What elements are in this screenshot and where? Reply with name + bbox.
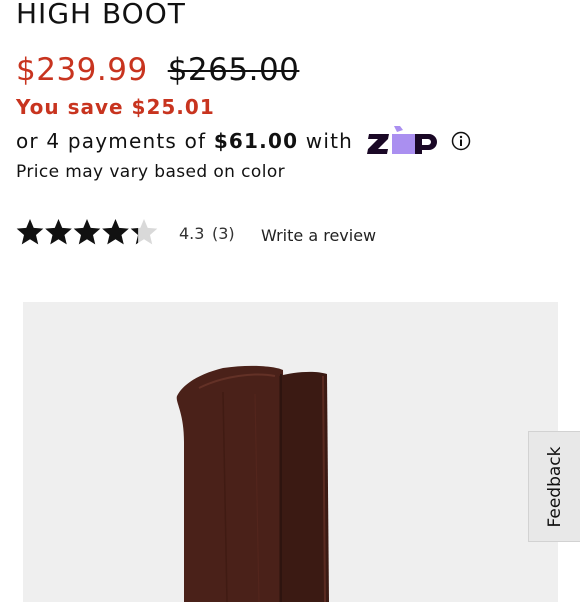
product-image-panel[interactable] <box>23 302 558 602</box>
feedback-tab[interactable]: Feedback <box>528 431 580 542</box>
star-filled-icon <box>45 219 72 245</box>
boot-front-shaft <box>176 365 286 602</box>
feedback-label: Feedback <box>544 446 565 527</box>
installment-offer: or 4 payments of $61.00 with <box>16 125 471 157</box>
original-price: $265.00 <box>167 52 300 88</box>
boot-back-shaft <box>279 371 329 602</box>
info-icon[interactable] <box>451 131 471 151</box>
star-filled-icon <box>73 219 101 245</box>
boot-image <box>176 365 329 602</box>
rating-value: 4.3 <box>179 224 205 243</box>
current-price: $239.99 <box>16 52 148 88</box>
write-review-link[interactable]: Write a review <box>261 226 376 245</box>
product-title: HIGH BOOT <box>16 0 186 30</box>
price-row: $239.99 $265.00 <box>16 52 299 88</box>
savings-text: You save $25.01 <box>16 95 215 119</box>
star-filled-icon <box>102 219 129 245</box>
rating-count: (3) <box>212 224 235 243</box>
installment-amount: $61.00 <box>213 129 299 153</box>
zip-logo[interactable] <box>367 125 443 157</box>
star-rating[interactable] <box>16 218 158 248</box>
color-price-note: Price may vary based on color <box>16 162 286 182</box>
installment-prefix: or 4 payments of <box>16 129 214 153</box>
star-filled-icon <box>16 219 44 245</box>
installment-suffix: with <box>298 129 353 153</box>
